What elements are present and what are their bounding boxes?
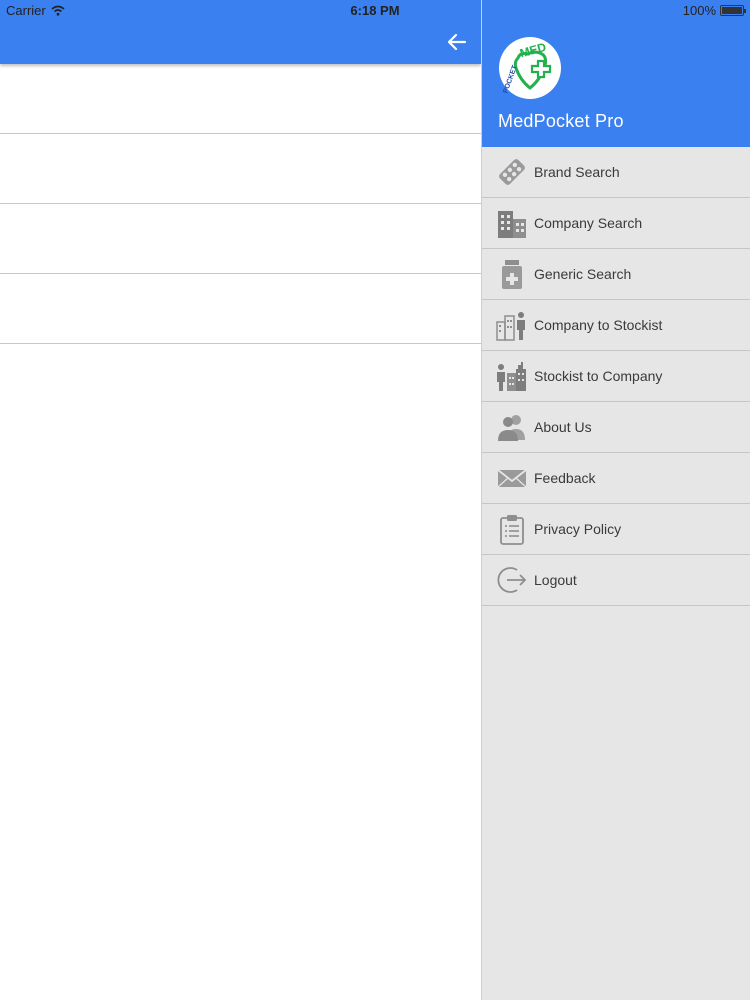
- menu-item-label: Brand Search: [534, 164, 620, 180]
- menu-item-label: Privacy Policy: [534, 521, 622, 537]
- battery-percent: 100%: [682, 3, 716, 18]
- list-item[interactable]: [0, 134, 481, 204]
- menu-item-label: About Us: [534, 419, 592, 435]
- list: [0, 64, 481, 344]
- arrow-left-icon: [447, 33, 467, 51]
- menu-item-company-search[interactable]: Company Search: [482, 198, 750, 249]
- main-pane: [0, 0, 481, 1000]
- clock: 6:18 PM: [350, 3, 400, 18]
- status-bar: Carrier 6:18 PM 100%: [0, 0, 750, 20]
- building-icon: [495, 206, 529, 240]
- list-item[interactable]: [0, 274, 481, 344]
- list-item[interactable]: [0, 204, 481, 274]
- menu-item-generic-search[interactable]: Generic Search: [482, 249, 750, 300]
- envelope-icon: [495, 461, 529, 495]
- app-name: MedPocket Pro: [498, 111, 624, 131]
- menu-item-stockist-to-company[interactable]: Stockist to Company: [482, 351, 750, 402]
- menu-item-label: Stockist to Company: [534, 368, 663, 384]
- menu-item-label: Company Search: [534, 215, 643, 231]
- menu-item-label: Generic Search: [534, 266, 632, 282]
- back-arrow-button[interactable]: [444, 29, 470, 55]
- drawer-menu: Brand Search Company Search Generic Sear…: [482, 147, 750, 606]
- people-icon: [495, 410, 529, 444]
- navigation-drawer: MED POCKET MedPocket Pro Brand Search Co…: [481, 0, 750, 1000]
- buildings-person-icon: [495, 308, 529, 342]
- menu-item-privacy-policy[interactable]: Privacy Policy: [482, 504, 750, 555]
- person-buildings-icon: [495, 359, 529, 393]
- list-item[interactable]: [0, 64, 481, 134]
- menu-item-label: Feedback: [534, 470, 596, 486]
- app-logo: MED POCKET: [498, 36, 562, 100]
- logout-icon: [495, 563, 529, 597]
- menu-item-about-us[interactable]: About Us: [482, 402, 750, 453]
- battery-icon: [720, 5, 746, 16]
- clipboard-icon: [495, 512, 529, 546]
- drawer-header: MED POCKET MedPocket Pro: [482, 0, 750, 147]
- menu-item-company-to-stockist[interactable]: Company to Stockist: [482, 300, 750, 351]
- menu-item-label: Logout: [534, 572, 577, 588]
- medicine-bottle-icon: [495, 257, 529, 291]
- menu-item-feedback[interactable]: Feedback: [482, 453, 750, 504]
- menu-item-logout[interactable]: Logout: [482, 555, 750, 606]
- menu-item-brand-search[interactable]: Brand Search: [482, 147, 750, 198]
- menu-item-label: Company to Stockist: [534, 317, 663, 333]
- pill-strip-icon: [495, 155, 529, 189]
